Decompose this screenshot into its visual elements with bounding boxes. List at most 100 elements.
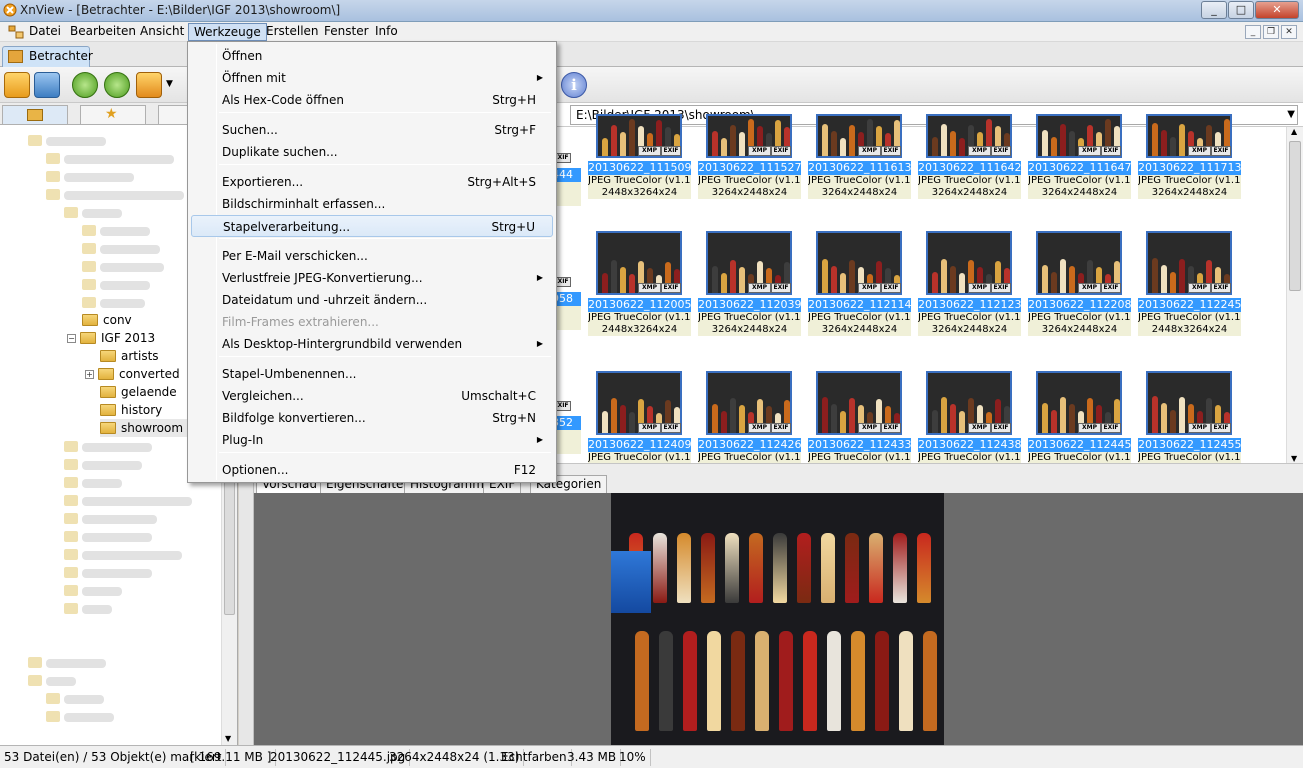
tree-item-converted[interactable]: + converted xyxy=(85,365,180,383)
exif-badge-icon: EXIF xyxy=(771,283,791,293)
menu-bearbeiten[interactable]: Bearbeiten xyxy=(65,23,141,41)
guitar-shape xyxy=(683,631,697,731)
tree-item-igf-2013[interactable]: − IGF 2013 xyxy=(67,329,155,347)
scroll-down-icon[interactable]: ▼ xyxy=(1291,454,1297,463)
chevron-down-icon[interactable]: ▼ xyxy=(1287,106,1295,124)
info-icon[interactable]: i xyxy=(561,72,587,98)
xnview-app-icon xyxy=(3,3,17,17)
favorites-tab[interactable]: ★ xyxy=(80,105,146,125)
menu-item-bildfolge-konvertieren[interactable]: Bildfolge konvertieren... Strg+N xyxy=(191,407,553,429)
thumbnail-item[interactable]: XMP EXIF 20130622_112114 JPEG TrueColor (v1… xyxy=(808,231,911,336)
thumbnail-item[interactable]: XMP EXIF 20130622_112426 JPEG TrueColor (v1… xyxy=(698,371,801,476)
tree-item-label: conv xyxy=(103,313,132,327)
menu-item-als-desktop-hintergrundbild-verwenden[interactable]: Als Desktop-Hintergrundbild verwenden ▶ xyxy=(191,333,553,355)
menu-item-duplikate-suchen[interactable]: Duplikate suchen... xyxy=(191,141,553,163)
mdi-close-button[interactable]: ✕ xyxy=(1281,25,1297,39)
thumbnail-item[interactable]: XMP EXIF 20130622_111509 JPEG TrueColor (v1… xyxy=(588,114,691,212)
menu-item-vergleichen[interactable]: Vergleichen... Umschalt+C xyxy=(191,385,553,407)
tree-item-artists[interactable]: artists xyxy=(100,347,159,365)
menu-ansicht[interactable]: Ansicht xyxy=(135,23,189,41)
thumbnail-item[interactable]: XMP EXIF 20130622_112123 JPEG TrueColor (v1… xyxy=(918,231,1021,336)
mdi-restore-button[interactable]: ❐ xyxy=(1263,25,1279,39)
thumbnail-item[interactable]: XMP EXIF 20130622_111713 JPEG TrueColor (v1… xyxy=(1138,114,1241,212)
menu-erstellen[interactable]: Erstellen xyxy=(261,23,324,41)
menu-info[interactable]: Info xyxy=(370,23,403,41)
scroll-down-icon[interactable]: ▼ xyxy=(225,734,231,743)
collapse-icon[interactable]: − xyxy=(67,334,76,343)
exif-badge-icon: EXIF xyxy=(771,423,791,433)
xmp-badge-icon: XMP xyxy=(858,423,881,433)
thumbnail-item[interactable]: XMP EXIF 20130622_112455 JPEG TrueColor (v1… xyxy=(1138,371,1242,476)
open-browser-icon[interactable] xyxy=(4,72,30,98)
menu-item-label: Vergleichen... xyxy=(222,389,304,403)
thumbnail-format: JPEG TrueColor (v1.1) xyxy=(808,175,911,187)
thumbnail-item[interactable]: XMP EXIF 20130622_112409 JPEG TrueColor (v1… xyxy=(588,371,691,476)
thumbnail-format: JPEG TrueColor (v1.1) xyxy=(1028,175,1131,187)
rotate-right-icon[interactable] xyxy=(104,72,130,98)
maximize-button[interactable]: □ xyxy=(1228,1,1254,19)
menu-item-dateidatum-und-uhrzeit-ändern[interactable]: Dateidatum und -uhrzeit ändern... xyxy=(191,289,553,311)
chevron-down-icon[interactable]: ▼ xyxy=(166,79,173,89)
tree-item-label: gelaende xyxy=(121,385,177,399)
thumbnail-filename: 20130622_111647 xyxy=(1028,161,1132,175)
folders-tab[interactable] xyxy=(2,105,68,125)
exif-badge-icon: EXIF xyxy=(661,423,681,433)
guitar-shape xyxy=(893,533,907,603)
thumbnail-item[interactable]: XMP EXIF 20130622_112445 JPEG TrueColor (v1… xyxy=(1028,371,1131,476)
thumbnail-filename: 20130622_112455 xyxy=(1138,438,1242,452)
menu-item-verlustfreie-jpeg-konvertierung[interactable]: Verlustfreie JPEG-Konvertierung... ▶ xyxy=(191,267,553,289)
thumbnail-item[interactable]: XMP EXIF 20130622_112245 JPEG TrueColor (v1… xyxy=(1138,231,1241,336)
minimize-button[interactable]: _ xyxy=(1201,1,1227,19)
tab-betrachter[interactable]: Betrachter xyxy=(2,46,93,67)
thumbnail-item[interactable]: XMP EXIF 20130622_111613 JPEG TrueColor (v1… xyxy=(808,114,911,212)
menu-item-bildschirminhalt-erfassen[interactable]: Bildschirminhalt erfassen... xyxy=(191,193,553,215)
menu-item-exportieren[interactable]: Exportieren... Strg+Alt+S xyxy=(191,171,553,193)
menu-item-suchen[interactable]: Suchen... Strg+F xyxy=(191,119,553,141)
menu-werkzeuge[interactable]: Werkzeuge xyxy=(188,23,267,41)
menu-item-label: Exportieren... xyxy=(222,175,304,189)
tree-item-history[interactable]: history xyxy=(100,401,162,419)
close-button[interactable]: ✕ xyxy=(1255,1,1299,19)
rotate-left-icon[interactable] xyxy=(72,72,98,98)
mdi-minimize-button[interactable]: _ xyxy=(1245,25,1261,39)
menu-item-shortcut: F12 xyxy=(513,463,536,477)
document-icon[interactable] xyxy=(8,25,24,39)
convert-icon[interactable] xyxy=(136,72,162,98)
browser-scrollbar[interactable]: ▲ ▼ xyxy=(1286,127,1303,463)
thumbnail-item[interactable]: XMP EXIF 20130622_111527 JPEG TrueColor (v1… xyxy=(698,114,801,212)
scroll-up-icon[interactable]: ▲ xyxy=(1291,127,1297,136)
thumbnail-item[interactable]: XMP EXIF 20130622_111642 JPEG TrueColor (v1… xyxy=(918,114,1021,212)
thumbnail-item[interactable]: XMP EXIF 20130622_112438 JPEG TrueColor (v1… xyxy=(918,371,1021,476)
thumbnail-dimensions: 2448x3264x24 xyxy=(1138,324,1241,336)
menu-item-stapelverarbeitung[interactable]: Stapelverarbeitung... Strg+U xyxy=(191,215,553,237)
menu-item-öffnen-mit[interactable]: Öffnen mit ▶ xyxy=(191,67,553,89)
expand-icon[interactable]: + xyxy=(85,370,94,379)
menu-item-shortcut: Strg+F xyxy=(494,123,536,137)
menu-item-plug-in[interactable]: Plug-In ▶ xyxy=(191,429,553,451)
thumbnail-item[interactable]: XMP EXIF 20130622_111647 JPEG TrueColor (v1… xyxy=(1028,114,1131,212)
menu-item-stapel-umbenennen[interactable]: Stapel-Umbenennen... xyxy=(191,363,553,385)
fullscreen-icon[interactable] xyxy=(34,72,60,98)
preview-photo[interactable] xyxy=(611,493,944,745)
xmp-badge-icon: XMP xyxy=(858,283,881,293)
tree-item-showroom[interactable]: showroom xyxy=(100,419,188,437)
status-zoom: 10% xyxy=(615,749,651,766)
thumbnail-item[interactable]: XMP EXIF 20130622_112005 JPEG TrueColor (v1… xyxy=(588,231,691,336)
menu-item-optionen[interactable]: Optionen... F12 xyxy=(191,459,553,481)
thumbnail-format: JPEG TrueColor (v1.1) xyxy=(588,175,691,187)
menu-item-als-hex-code-öffnen[interactable]: Als Hex-Code öffnen Strg+H xyxy=(191,89,553,111)
menu-item-öffnen[interactable]: Öffnen xyxy=(191,45,553,67)
tree-item-gelaende[interactable]: gelaende xyxy=(100,383,177,401)
guitar-shape xyxy=(653,533,667,603)
tree-item-conv[interactable]: conv xyxy=(82,311,132,329)
menu-fenster[interactable]: Fenster xyxy=(319,23,374,41)
menu-datei[interactable]: Datei xyxy=(24,23,66,41)
thumbnail-item[interactable]: XMP EXIF 20130622_112208 JPEG TrueColor (v1… xyxy=(1028,231,1131,336)
thumbnail-item[interactable]: XMP EXIF 20130622_112433 JPEG TrueColor (v1… xyxy=(808,371,911,476)
menu-item-per-e-mail-verschicken[interactable]: Per E-Mail verschicken... xyxy=(191,245,553,267)
thumbnail-dimensions: 3264x2448x24 xyxy=(808,187,911,199)
browser-scrollbar-thumb[interactable] xyxy=(1289,141,1301,291)
menu-item-label: Bildschirminhalt erfassen... xyxy=(222,197,386,211)
thumbnail-item[interactable]: XMP EXIF 20130622_112039 JPEG TrueColor (v1… xyxy=(698,231,801,336)
menu-item-shortcut: Umschalt+C xyxy=(461,389,536,403)
